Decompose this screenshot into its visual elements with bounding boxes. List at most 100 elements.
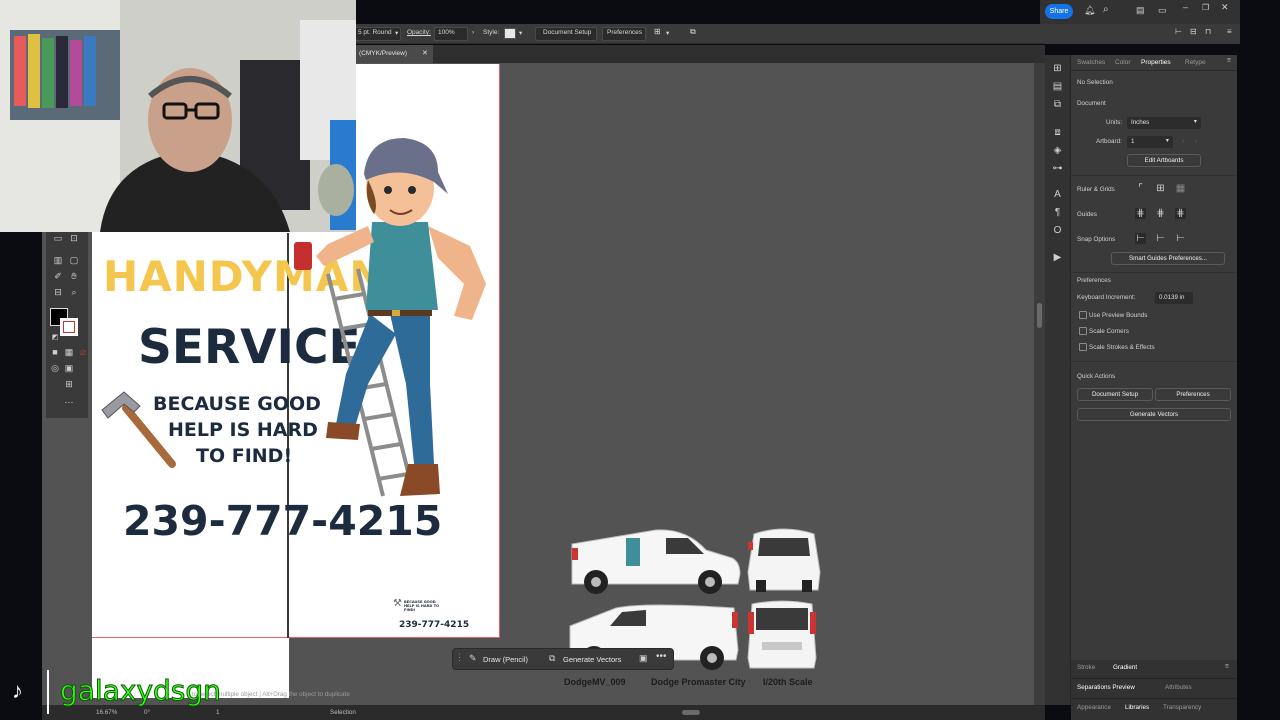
artboard-nav-icon[interactable]: ⊞ [63, 378, 75, 390]
chevron-down-icon[interactable]: ▾ [666, 29, 669, 37]
hammer-illustration[interactable] [96, 388, 180, 472]
tab-transparency[interactable]: Transparency [1163, 704, 1201, 711]
small-phone[interactable]: 239-777-4215 [399, 620, 469, 630]
close-icon[interactable]: ✕ [422, 49, 428, 57]
draw-mode-icon[interactable]: ◎ [49, 362, 61, 374]
layers-icon[interactable]: ◈ [1052, 145, 1063, 156]
paragraph-icon[interactable]: ¶ [1052, 207, 1063, 218]
links-icon[interactable]: ⊶ [1052, 163, 1063, 174]
van-rear-view[interactable] [746, 598, 818, 672]
tab-gradient[interactable]: Gradient [1113, 664, 1137, 671]
settings-icon[interactable]: ▣ [639, 653, 648, 664]
layers-list-icon[interactable]: ▤ [1052, 81, 1063, 92]
tab-separations-preview[interactable]: Separations Preview [1077, 684, 1135, 691]
tab-stroke[interactable]: Stroke [1077, 664, 1095, 671]
more-icon[interactable]: ••• [656, 651, 667, 662]
color-mode-fill-icon[interactable]: ■ [49, 346, 61, 358]
canvas-scrollbar-v[interactable] [1034, 63, 1045, 705]
restore-icon[interactable]: ❐ [1202, 3, 1209, 12]
share-button[interactable]: Share [1045, 4, 1073, 19]
generate-vectors-button[interactable]: Generate Vectors [563, 655, 621, 664]
menu-icon[interactable]: ≡ [1227, 57, 1231, 64]
small-tagline[interactable]: BECAUSE GOOD HELP IS HARD TO FIND! [404, 600, 440, 612]
snap-glyph-icon[interactable]: ⊢ [1175, 233, 1186, 244]
draw-pencil-button[interactable]: Draw (Pencil) [483, 655, 528, 664]
grid-icon[interactable]: ⊞ [1155, 183, 1166, 194]
arrange-icon[interactable]: ▭ [1158, 5, 1167, 16]
use-preview-bounds-checkbox[interactable] [1079, 311, 1087, 319]
units-select[interactable]: Inches ▾ [1127, 117, 1201, 129]
character-icon[interactable]: A [1052, 189, 1063, 200]
guides-show-icon[interactable]: ⋕ [1135, 208, 1146, 219]
navigator-icon[interactable]: ⧉ [1052, 99, 1063, 110]
search-icon[interactable]: ⌕ [1103, 4, 1109, 15]
chart-tool-icon[interactable]: ▥ [52, 254, 64, 266]
phone-number[interactable]: 239-777-4215 [123, 497, 442, 545]
snap-point-icon[interactable]: ⊢ [1135, 233, 1146, 244]
transparency-grid-icon[interactable]: ▦ [1175, 183, 1186, 194]
van-side-view-wrapped[interactable] [566, 524, 744, 596]
hand-tool-icon[interactable]: ✋︎ [68, 270, 80, 282]
style-swatch[interactable] [504, 28, 516, 39]
align-icon[interactable]: ⊟ [1190, 27, 1197, 36]
more-tools-icon[interactable]: ⋯ [63, 396, 75, 408]
slice-tool-icon[interactable]: ⊟ [52, 286, 64, 298]
rectangle-tool-icon[interactable]: ▭ [52, 232, 64, 244]
libraries-icon[interactable]: ⊞ [1052, 63, 1063, 74]
path-icon[interactable]: ⊓ [1205, 27, 1211, 36]
menu-icon[interactable]: ≡ [1227, 27, 1232, 36]
align-left-icon[interactable]: ⊢ [1175, 27, 1182, 36]
horizontal-scrollbar[interactable] [682, 710, 700, 715]
drag-handle-icon[interactable]: ⋮ [455, 652, 464, 663]
bell-icon[interactable]: 🔔︎ [1084, 5, 1095, 16]
qa-document-setup-button[interactable]: Document Setup [1077, 388, 1153, 401]
tab-swatches[interactable]: Swatches [1077, 59, 1105, 66]
keyboard-increment-input[interactable]: 0.0139 in [1155, 292, 1193, 304]
document-tab[interactable]: (CMYK/Preview) ✕ [355, 45, 433, 63]
scale-corners-checkbox[interactable] [1079, 327, 1087, 335]
tagline-line-3[interactable]: TO FIND! [196, 445, 292, 467]
scale-strokes-checkbox[interactable] [1079, 343, 1087, 351]
zoom-tool-icon[interactable]: ⌕ [68, 286, 80, 298]
default-colors-icon[interactable]: ◩ [49, 332, 61, 344]
opentype-icon[interactable]: O [1052, 225, 1063, 236]
opacity-label[interactable]: Opacity: [407, 29, 431, 36]
snap-pixel-icon[interactable]: ⊢ [1155, 233, 1166, 244]
tab-libraries[interactable]: Libraries [1125, 704, 1149, 711]
stroke-swatch[interactable] [60, 318, 78, 336]
eyedropper-tool-icon[interactable]: ✐ [52, 270, 64, 282]
qa-generate-vectors-button[interactable]: Generate Vectors [1077, 408, 1231, 421]
artboard-prev-icon[interactable]: ‹ [1182, 138, 1184, 145]
close-icon[interactable]: ✕ [1221, 2, 1229, 13]
rotation-value[interactable]: 0° [144, 709, 150, 716]
tab-attributes[interactable]: Attributes [1165, 684, 1192, 691]
actions-play-icon[interactable]: ▶ [1052, 252, 1063, 263]
tab-color[interactable]: Color [1115, 59, 1131, 66]
smart-guides-preferences-button[interactable]: Smart Guides Preferences... [1111, 252, 1225, 265]
none-mode-icon[interactable]: ⧄ [77, 346, 89, 358]
artboard-select[interactable]: 1 ▾ [1127, 136, 1173, 148]
blend-tool-icon[interactable]: ⊡ [68, 232, 80, 244]
edit-artboards-button[interactable]: Edit Artboards [1127, 154, 1201, 167]
chevron-down-icon[interactable]: ▾ [519, 29, 522, 37]
minimize-icon[interactable]: – [1183, 2, 1188, 12]
artboard-tool-icon[interactable]: ▢ [68, 254, 80, 266]
tab-properties[interactable]: Properties [1141, 59, 1171, 66]
chevron-down-icon[interactable]: ▾ [395, 29, 398, 37]
ruler-icon[interactable]: ⌜ [1135, 183, 1146, 194]
transform-icon[interactable]: ⧉ [690, 27, 696, 37]
artboard-number[interactable]: 1 [216, 709, 220, 716]
qa-preferences-button[interactable]: Preferences [1155, 388, 1231, 401]
tab-appearance[interactable]: Appearance [1077, 704, 1111, 711]
align-icon[interactable]: ⊞ [654, 27, 661, 36]
gradient-mode-icon[interactable]: ▦ [63, 346, 75, 358]
artboard-next-icon[interactable]: › [1195, 138, 1197, 145]
menu-icon[interactable]: ≡ [1225, 663, 1229, 670]
guides-lock-icon[interactable]: ⋕ [1155, 208, 1166, 219]
chevron-right-icon[interactable]: › [472, 29, 474, 36]
artboards-icon[interactable]: ⧈ [1052, 127, 1063, 138]
van-front-view[interactable] [744, 524, 824, 596]
workspace-icon[interactable]: ▤ [1136, 5, 1145, 16]
screen-mode-icon[interactable]: ▣ [63, 362, 75, 374]
tab-retype[interactable]: Retype [1185, 59, 1206, 66]
